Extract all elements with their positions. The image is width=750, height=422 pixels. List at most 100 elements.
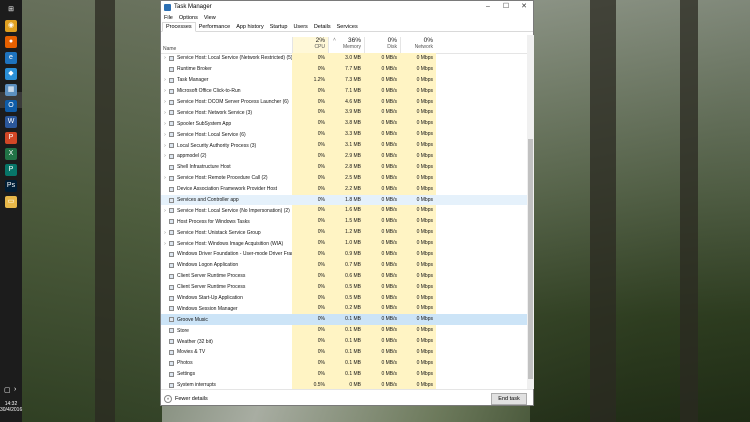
expand-chevron-icon[interactable]: › xyxy=(161,77,169,83)
edge-icon[interactable]: e xyxy=(5,52,17,64)
disk-value: 0 MB/s xyxy=(364,183,400,195)
scrollbar-thumb[interactable] xyxy=(528,139,533,379)
table-row[interactable]: Store 0% 0.1 MB 0 MB/s 0 Mbps xyxy=(161,325,527,337)
table-row[interactable]: Shell Infrastructure Host 0% 2.8 MB 0 MB/s 0… xyxy=(161,161,527,173)
chevron-right-icon[interactable]: › xyxy=(14,386,16,393)
process-name: Spooler SubSystem App xyxy=(177,120,232,127)
cpu-value: 0% xyxy=(292,107,328,119)
disk-value: 0 MB/s xyxy=(364,96,400,108)
minimize-button[interactable]: – xyxy=(479,1,497,13)
fewer-details-toggle[interactable]: ˄ Fewer details xyxy=(164,395,208,403)
column-memory[interactable]: 36% Memory xyxy=(328,37,364,53)
column-network[interactable]: 0% Network xyxy=(400,37,436,53)
table-row[interactable]: › Service Host: DCOM Server Process Launc… xyxy=(161,96,527,108)
expand-chevron-icon[interactable]: › xyxy=(161,99,169,105)
photoshop-icon[interactable]: Ps xyxy=(5,180,17,192)
cpu-value: 0% xyxy=(292,259,328,271)
table-row[interactable]: Host Process for Windows Tasks 0% 1.5 MB 0 … xyxy=(161,216,527,228)
table-row[interactable]: System interrupts 0.5% 0 MB 0 MB/s 0 Mbps xyxy=(161,379,527,389)
windows-start-icon[interactable]: ⊞ xyxy=(5,4,17,16)
table-row[interactable]: Windows Session Manager 0% 0.2 MB 0 MB/s 0 M… xyxy=(161,303,527,315)
table-row[interactable]: Client Server Runtime Process 0% 0.6 MB 0 M… xyxy=(161,270,527,282)
cpu-value: 0% xyxy=(317,316,325,323)
table-row[interactable]: › Local Security Authority Process (3) 0% 3… xyxy=(161,140,527,152)
process-name: Service Host: Unistack Service Group xyxy=(177,229,261,236)
end-task-button[interactable]: End task xyxy=(491,393,527,405)
table-row[interactable]: › Service Host: Windows Image Acquisition… xyxy=(161,238,527,250)
expand-chevron-icon[interactable]: › xyxy=(161,153,169,159)
close-button[interactable]: ✕ xyxy=(515,1,533,13)
network-value: 0 Mbps xyxy=(400,379,436,389)
table-row[interactable]: Windows Logon Application 0% 0.7 MB 0 MB/s 0… xyxy=(161,259,527,271)
expand-chevron-icon[interactable]: › xyxy=(161,175,169,181)
powerpoint-icon[interactable]: P xyxy=(5,132,17,144)
expand-chevron-icon[interactable]: › xyxy=(161,241,169,247)
process-icon xyxy=(169,77,174,83)
table-row[interactable]: Runtime Broker 0% 7.7 MB 0 MB/s 0 Mbps xyxy=(161,63,527,75)
file-explorer-icon[interactable]: ▭ xyxy=(5,196,17,208)
expand-chevron-icon[interactable]: › xyxy=(161,132,169,138)
menu-options[interactable]: Options xyxy=(176,15,201,21)
tab-app-history[interactable]: App history xyxy=(233,23,267,31)
table-row[interactable]: Windows Start-Up Application 0% 0.5 MB 0 MB… xyxy=(161,292,527,304)
process-icon xyxy=(169,339,174,345)
expand-chevron-icon[interactable]: › xyxy=(161,143,169,149)
table-row[interactable]: › Microsoft Office Click-to-Run 0% 7.1 MB 0 … xyxy=(161,85,527,97)
network-value: 0 Mbps xyxy=(400,183,436,195)
maximize-button[interactable]: ☐ xyxy=(497,1,515,13)
table-row[interactable]: › Task Manager 1.2% 7.3 MB 0 MB/s 0 Mbps xyxy=(161,74,527,86)
expand-chevron-icon[interactable]: › xyxy=(161,121,169,127)
table-row[interactable]: Device Association Framework Provider Ho… xyxy=(161,183,527,195)
vertical-scrollbar[interactable] xyxy=(527,35,534,389)
disk-value: 0 MB/s xyxy=(364,357,400,369)
table-row[interactable]: › Service Host: Local Service (Network Re… xyxy=(161,53,527,64)
process-name: Host Process for Windows Tasks xyxy=(177,218,250,225)
table-row[interactable]: Services and Controller app 0% 1.8 MB 0 MB/… xyxy=(161,194,527,206)
network-value: 0 Mbps xyxy=(400,85,436,97)
taskbar-clock[interactable]: 14:32 30/4/2016 xyxy=(0,401,22,413)
disk-value: 0 MB/s xyxy=(364,118,400,130)
column-name[interactable]: Name xyxy=(163,46,176,52)
task-manager-icon[interactable]: ▦ xyxy=(5,84,17,96)
expand-chevron-icon[interactable]: › xyxy=(161,88,169,94)
table-row[interactable]: Movies & TV 0% 0.1 MB 0 MB/s 0 Mbps xyxy=(161,347,527,358)
tab-services[interactable]: Services xyxy=(334,23,361,31)
outlook-icon[interactable]: O xyxy=(5,100,17,112)
chrome-icon[interactable]: ◉ xyxy=(5,20,17,32)
table-row[interactable]: › Service Host: Local Service (No Imperso… xyxy=(161,205,527,217)
menu-file[interactable]: File xyxy=(161,15,176,21)
table-row[interactable]: › appmodel (2) 0% 2.9 MB 0 MB/s 0 Mbps xyxy=(161,151,527,162)
table-row[interactable]: › Service Host: Local Service (6) 0% 3.3 MB… xyxy=(161,129,527,141)
expand-chevron-icon[interactable]: › xyxy=(161,208,169,214)
title-bar[interactable]: Task Manager – ☐ ✕ xyxy=(161,1,533,13)
table-row[interactable]: Windows Driver Foundation - User-mode Dr… xyxy=(161,249,527,260)
tab-startup[interactable]: Startup xyxy=(267,23,291,31)
table-row[interactable]: Photos 0% 0.1 MB 0 MB/s 0 Mbps xyxy=(161,357,527,369)
table-row[interactable]: Settings 0% 0.1 MB 0 MB/s 0 Mbps xyxy=(161,368,527,380)
word-icon[interactable]: W xyxy=(5,116,17,128)
publisher-icon[interactable]: P xyxy=(5,164,17,176)
excel-icon[interactable]: X xyxy=(5,148,17,160)
table-row[interactable]: › Spooler SubSystem App 0% 3.8 MB 0 MB/s 0 Mb… xyxy=(161,118,527,130)
expand-chevron-icon[interactable]: › xyxy=(161,230,169,236)
table-row[interactable]: › Service Host: Network Service (3) 0% 3.9 … xyxy=(161,107,527,119)
tab-performance[interactable]: Performance xyxy=(196,23,234,31)
tab-processes[interactable]: Processes xyxy=(162,22,196,32)
column-cpu[interactable]: 2% CPU xyxy=(292,37,328,53)
expand-chevron-icon[interactable]: › xyxy=(161,110,169,116)
table-row[interactable]: Groove Music 0% 0.1 MB 0 MB/s 0 Mbps xyxy=(161,314,527,326)
menu-view[interactable]: View xyxy=(201,15,219,21)
table-row[interactable]: › Service Host: Unistack Service Group 0% 1… xyxy=(161,227,527,239)
app-icon[interactable]: ◆ xyxy=(5,68,17,80)
column-disk[interactable]: 0% Disk xyxy=(364,37,400,53)
table-row[interactable]: Weather (32 bit) 0% 0.1 MB 0 MB/s 0 Mbps xyxy=(161,336,527,348)
disk-value: 0 MB/s xyxy=(364,347,400,358)
table-row[interactable]: Client Server Runtime Process 0% 0.5 MB 0 M… xyxy=(161,281,527,293)
table-row[interactable]: › Service Host: Remote Procedure Call (2)… xyxy=(161,172,527,184)
expand-chevron-icon[interactable]: › xyxy=(161,55,169,61)
notification-icon[interactable]: ▢ xyxy=(4,386,11,394)
firefox-icon[interactable]: ● xyxy=(5,36,17,48)
tab-details[interactable]: Details xyxy=(311,23,334,31)
cpu-value: 0% xyxy=(292,140,328,152)
tab-users[interactable]: Users xyxy=(290,23,310,31)
